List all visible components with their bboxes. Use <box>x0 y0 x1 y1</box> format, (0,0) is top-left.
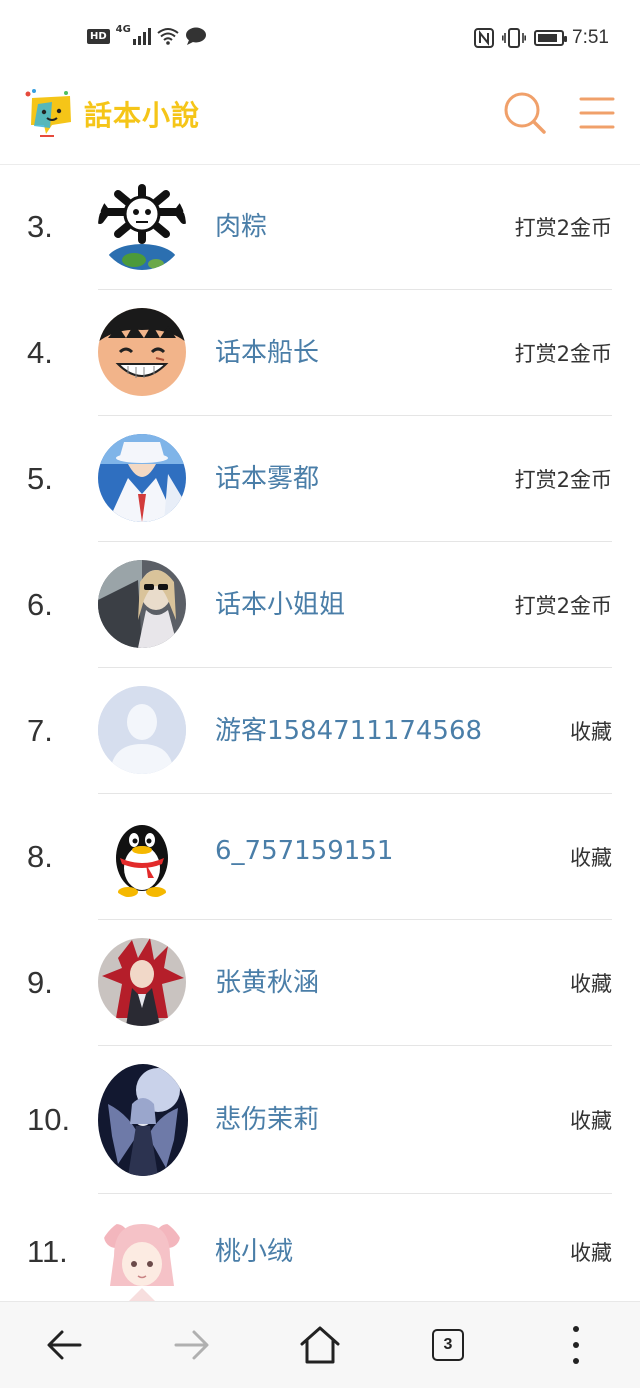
search-icon <box>504 92 546 134</box>
user-name-link[interactable]: 桃小绒 <box>215 1231 293 1268</box>
user-name-link[interactable]: 张黄秋涵 <box>215 962 319 999</box>
app-header: 話本小說 <box>0 78 640 165</box>
more-options-button[interactable] <box>551 1320 601 1370</box>
avatar[interactable] <box>98 560 186 648</box>
status-left: HD 4G <box>87 23 207 45</box>
avatar[interactable] <box>98 434 186 522</box>
qq-penguin-avatar-icon <box>98 812 186 900</box>
action-label: 打赏2金币 <box>514 216 612 240</box>
status-right: 7:51 <box>474 27 609 49</box>
browser-bottom-bar: 3 <box>0 1301 640 1388</box>
user-name-link[interactable]: 6_757159151 <box>215 836 393 866</box>
speech-bubble-logo-icon <box>25 89 71 137</box>
user-name-link[interactable]: 游客1584711174568 <box>215 710 482 747</box>
tab-count-icon: 3 <box>432 1329 464 1361</box>
avatar-pink-anime-girl-image <box>98 1216 186 1304</box>
avatar-skull-crossbones-image <box>98 182 186 270</box>
back-button[interactable] <box>39 1320 89 1370</box>
avatar[interactable] <box>98 938 186 1026</box>
user-name-link[interactable]: 肉粽 <box>215 206 267 243</box>
action-label: 收藏 <box>570 846 612 870</box>
avatar-woman-car-photo <box>98 560 186 648</box>
status-bar: HD 4G 7:51 <box>0 0 640 78</box>
logo-text: 話本小說 <box>84 99 201 132</box>
action-label: 收藏 <box>570 1241 612 1265</box>
list-item[interactable]: 3. 肉粽 打赏2金币 <box>0 164 640 290</box>
signal-icon <box>132 27 151 45</box>
action-label: 收藏 <box>570 972 612 996</box>
avatar[interactable] <box>98 1216 186 1304</box>
search-button[interactable] <box>500 88 550 138</box>
avatar[interactable] <box>98 308 186 396</box>
forward-button[interactable] <box>167 1320 217 1370</box>
list-item[interactable]: 5. 话本雾都 打赏2金币 <box>0 416 640 542</box>
more-vertical-icon <box>573 1326 579 1364</box>
rank-number: 6. <box>27 587 53 622</box>
arrow-right-icon <box>174 1330 209 1360</box>
menu-button[interactable] <box>577 88 627 138</box>
rank-number: 4. <box>27 335 53 370</box>
vibrate-icon <box>502 28 527 48</box>
battery-icon <box>534 30 568 46</box>
list-item[interactable]: 10. 悲伤茉莉 收藏 <box>0 1046 640 1194</box>
avatar[interactable] <box>98 812 186 900</box>
tabs-button[interactable]: 3 <box>423 1320 473 1370</box>
avatar[interactable] <box>98 686 186 774</box>
rank-number: 7. <box>27 713 53 748</box>
avatar[interactable] <box>98 1064 188 1176</box>
rank-number: 5. <box>27 461 53 496</box>
hamburger-menu-icon <box>579 97 615 129</box>
action-label: 打赏2金币 <box>514 342 612 366</box>
user-name-link[interactable]: 话本小姐姐 <box>215 584 345 621</box>
action-label: 打赏2金币 <box>514 594 612 618</box>
user-name-link[interactable]: 话本雾都 <box>215 458 319 495</box>
avatar-anime-character-image <box>98 938 186 1026</box>
nfc-icon <box>474 28 495 48</box>
rank-number: 10. <box>27 1102 71 1137</box>
home-icon <box>300 1326 340 1364</box>
leaderboard-list: 3. 肉粽 打赏2金币 4. 话本船长 打赏2金币 5. 话本雾都 打赏2金币 … <box>0 164 640 1320</box>
default-user-avatar-icon <box>98 686 186 774</box>
arrow-left-icon <box>47 1330 82 1360</box>
rank-number: 8. <box>27 839 53 874</box>
app-logo[interactable]: 話本小說 <box>22 88 200 140</box>
wifi-icon <box>157 28 179 45</box>
action-label: 收藏 <box>570 720 612 744</box>
home-button[interactable] <box>295 1320 345 1370</box>
list-item[interactable]: 4. 话本船长 打赏2金币 <box>0 290 640 416</box>
network-type: 4G <box>115 23 131 35</box>
message-icon <box>185 27 206 45</box>
avatar-dark-angel-image <box>98 1064 188 1176</box>
action-label: 收藏 <box>570 1109 612 1133</box>
user-name-link[interactable]: 悲伤茉莉 <box>215 1099 319 1136</box>
rank-number: 3. <box>27 209 53 244</box>
list-item[interactable]: 6. 话本小姐姐 打赏2金币 <box>0 542 640 668</box>
list-item[interactable]: 7. 游客1584711174568 收藏 <box>0 668 640 794</box>
user-name-link[interactable]: 话本船长 <box>215 332 319 369</box>
list-item[interactable]: 9. 张黄秋涵 收藏 <box>0 920 640 1046</box>
avatar[interactable] <box>98 182 186 270</box>
avatar-kaito-kid-image <box>98 434 186 522</box>
rank-number: 11. <box>27 1234 68 1269</box>
clock: 7:51 <box>572 27 609 48</box>
rank-number: 9. <box>27 965 53 1000</box>
list-item[interactable]: 8. 6_757159151 收藏 <box>0 794 640 920</box>
avatar-cartoon-boy-image <box>98 308 186 396</box>
hd-badge: HD <box>87 28 110 44</box>
action-label: 打赏2金币 <box>514 468 612 492</box>
